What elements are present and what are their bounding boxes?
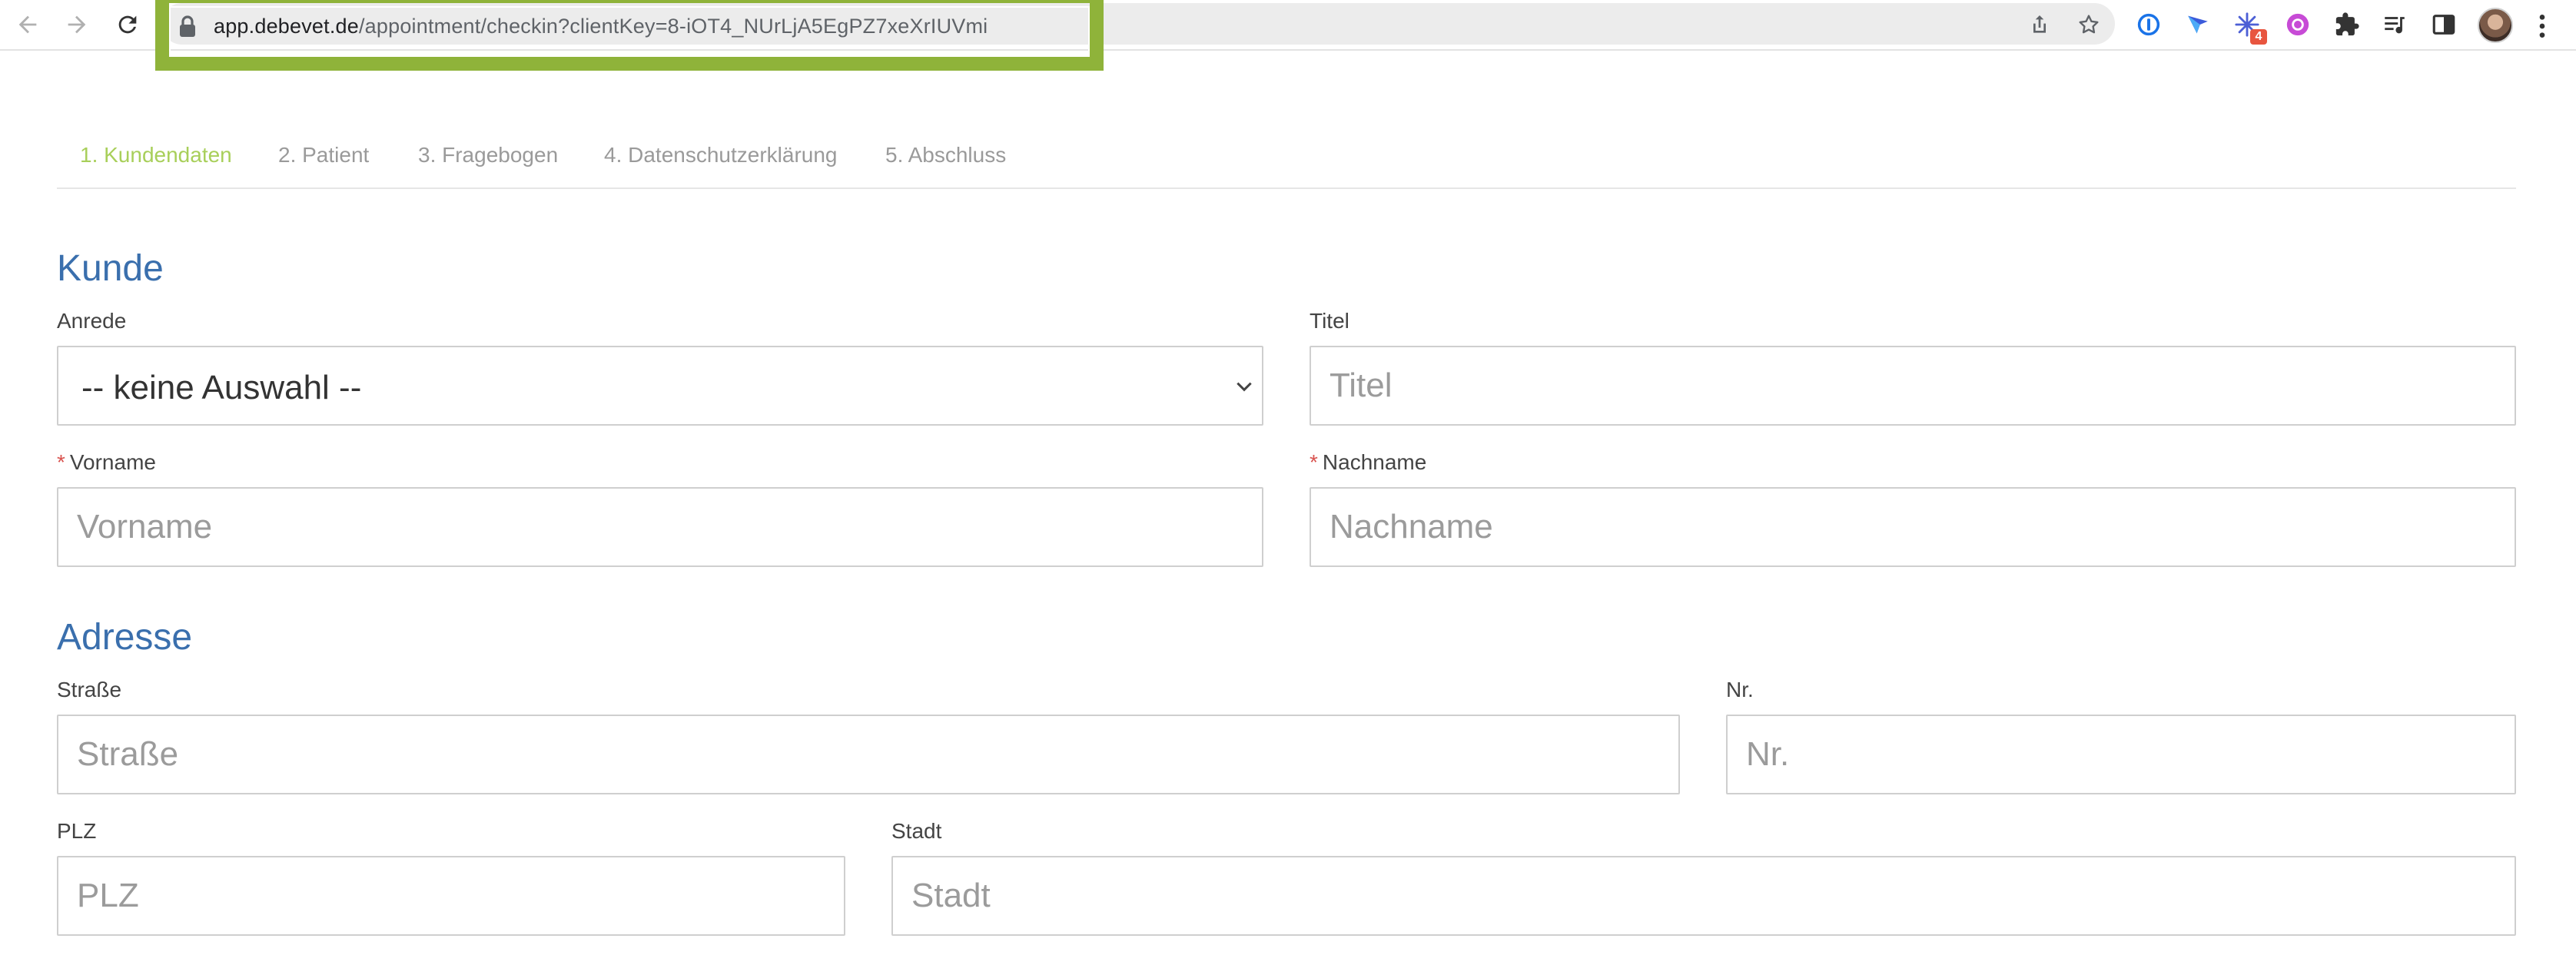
url-path: /appointment/checkin?clientKey=8-iOT4_NU… [358,15,988,38]
step-patient[interactable]: 2. Patient [278,143,369,167]
forward-icon[interactable] [60,8,94,41]
section-title-adresse: Adresse [57,617,193,658]
back-icon[interactable] [11,8,45,41]
required-marker: * [57,450,65,474]
section-title-kunde: Kunde [57,248,164,289]
password-manager-icon[interactable] [2133,9,2164,40]
plz-label: PLZ [57,819,97,843]
side-panel-icon[interactable] [2428,9,2459,40]
share-icon[interactable] [2026,11,2053,38]
snowflake-extension-icon[interactable]: 4 [2232,9,2267,45]
browser-toolbar: app.debevet.de/appointment/checkin?clien… [0,0,2576,71]
strasse-label: Straße [57,678,122,701]
stadt-label: Stadt [891,819,942,843]
lock-icon[interactable] [178,15,197,37]
step-abschluss[interactable]: 5. Abschluss [885,143,1006,167]
reload-icon[interactable] [111,8,144,41]
step-fragebogen[interactable]: 3. Fragebogen [418,143,558,167]
media-control-icon[interactable] [2379,9,2410,40]
strasse-input[interactable] [57,715,1680,794]
stadt-input[interactable] [891,856,2516,936]
profile-avatar[interactable] [2478,8,2513,43]
url-host: app.debevet.de [214,15,359,38]
plz-input[interactable] [57,856,845,936]
vorname-label: * Vorname [57,450,156,475]
titel-input[interactable] [1310,346,2516,426]
circle-extension-icon[interactable] [2282,9,2313,40]
puzzle-extensions-icon[interactable] [2332,9,2362,40]
chevron-down-icon [1237,382,1252,392]
nachname-label-text: Nachname [1322,450,1427,474]
nr-label: Nr. [1726,678,1754,701]
nachname-input[interactable] [1310,487,2516,567]
titel-label: Titel [1310,309,1349,333]
step-kundendaten[interactable]: 1. Kundendaten [80,143,232,167]
vorname-label-text: Vorname [69,450,156,474]
step-datenschutzerklaerung[interactable]: 4. Datenschutzerklärung [604,143,838,167]
bookmark-star-icon[interactable] [2075,11,2103,38]
wizard-steps: 1. Kundendaten 2. Patient 3. Fragebogen … [57,128,2516,189]
nachname-label: * Nachname [1310,450,1426,475]
menu-icon[interactable] [2528,11,2556,41]
anrede-selected-value: -- keine Auswahl -- [81,369,362,406]
anrede-select[interactable]: -- keine Auswahl -- [57,346,1263,426]
arrow-extension-icon[interactable] [2183,9,2213,40]
required-marker: * [1310,450,1318,474]
nr-input[interactable] [1726,715,2516,794]
url-text[interactable]: app.debevet.de/appointment/checkin?clien… [214,11,988,41]
extension-badge: 4 [2250,29,2267,45]
vorname-input[interactable] [57,487,1263,567]
anrede-label: Anrede [57,309,127,333]
